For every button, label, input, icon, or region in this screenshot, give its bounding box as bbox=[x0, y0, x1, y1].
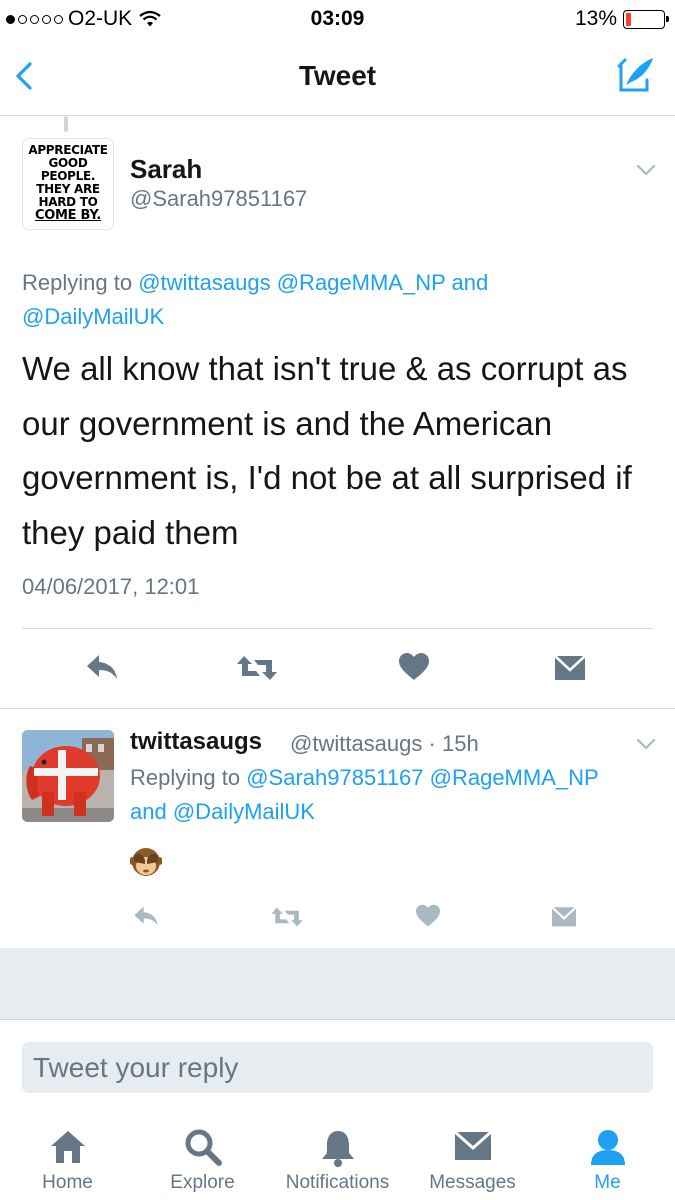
reply-icon[interactable] bbox=[84, 652, 120, 682]
tab-explore[interactable]: Explore bbox=[135, 1112, 270, 1200]
tweet-text: We all know that isn't true & as corrupt… bbox=[22, 350, 632, 551]
chevron-down-icon[interactable] bbox=[636, 738, 656, 750]
status-time: 03:09 bbox=[310, 7, 365, 30]
meta-separator: · bbox=[428, 731, 436, 756]
replying-prefix: Replying to bbox=[22, 270, 133, 295]
retweet-icon[interactable] bbox=[236, 654, 278, 682]
reply-input[interactable] bbox=[22, 1042, 653, 1093]
divider bbox=[0, 708, 675, 709]
tab-label: Home bbox=[42, 1172, 93, 1193]
battery-icon bbox=[623, 9, 669, 29]
replying-to: Replying to @twittasaugs @RageMMA_NP and… bbox=[22, 266, 642, 334]
tab-label: Notifications bbox=[285, 1172, 390, 1193]
replying-and: and bbox=[451, 270, 489, 295]
tab-label: Messages bbox=[429, 1172, 516, 1193]
status-bar: O2-UK 03:09 13% bbox=[0, 0, 675, 38]
battery-fill bbox=[626, 12, 631, 26]
replying-to: Replying to @Sarah97851167 @RageMMA_NP a… bbox=[130, 761, 650, 829]
tweet-age: 15h bbox=[441, 731, 479, 756]
direct-message-icon[interactable] bbox=[550, 904, 578, 928]
author-meta: @twittasaugs · 15h bbox=[290, 731, 479, 757]
author-name[interactable]: Sarah bbox=[130, 154, 202, 185]
thread-end-band bbox=[0, 948, 675, 1020]
home-icon bbox=[50, 1131, 85, 1163]
compose-tweet-icon[interactable] bbox=[615, 54, 657, 96]
elephant-statue-photo bbox=[22, 730, 114, 822]
heart-icon[interactable] bbox=[415, 904, 441, 928]
tab-me[interactable]: Me bbox=[540, 1112, 675, 1200]
tab-home[interactable]: Home bbox=[0, 1112, 135, 1200]
reply-tweet[interactable]: twittasaugs @twittasaugs · 15h Replying … bbox=[0, 710, 675, 948]
mention-link[interactable]: @RageMMA_NP bbox=[430, 765, 599, 790]
tab-label: Me bbox=[594, 1172, 621, 1193]
see-no-evil-monkey-icon bbox=[130, 848, 162, 876]
battery-percent: 13% bbox=[574, 7, 617, 30]
tweet-timestamp: 04/06/2017, 12:01 bbox=[22, 574, 200, 599]
search-icon bbox=[185, 1129, 222, 1166]
page-title: Tweet bbox=[298, 60, 377, 91]
tweet-actions bbox=[0, 636, 675, 706]
mention-link[interactable]: @Sarah97851167 bbox=[246, 765, 423, 790]
divider bbox=[22, 628, 653, 629]
mention-link[interactable]: @RageMMA_NP bbox=[277, 270, 446, 295]
replying-and: and bbox=[130, 799, 167, 824]
bell-icon bbox=[321, 1131, 354, 1167]
thread-connector bbox=[64, 116, 68, 132]
mention-link[interactable]: @DailyMailUK bbox=[22, 304, 164, 329]
tab-bar: Home Explore Notifications Messages Me bbox=[0, 1112, 675, 1200]
heart-icon[interactable] bbox=[398, 652, 430, 682]
tab-label: Explore bbox=[170, 1172, 235, 1193]
person-icon bbox=[590, 1130, 625, 1165]
tab-messages[interactable]: Messages bbox=[405, 1112, 540, 1200]
direct-message-icon[interactable] bbox=[553, 652, 587, 682]
tab-notifications[interactable]: Notifications bbox=[270, 1112, 405, 1200]
chevron-down-icon[interactable] bbox=[636, 164, 656, 176]
author-handle[interactable]: @twittasaugs bbox=[290, 731, 422, 756]
author-name[interactable]: twittasaugs bbox=[130, 728, 262, 756]
avatar-text-line: COME BY. bbox=[35, 208, 101, 223]
reply-box[interactable] bbox=[22, 1042, 653, 1093]
mention-link[interactable]: @DailyMailUK bbox=[173, 799, 315, 824]
status-right: 13% bbox=[574, 7, 669, 31]
nav-bar: Tweet bbox=[0, 38, 675, 116]
replying-prefix: Replying to bbox=[130, 765, 241, 790]
retweet-icon[interactable] bbox=[270, 906, 304, 928]
mention-link[interactable]: @twittasaugs bbox=[138, 270, 270, 295]
envelope-icon bbox=[453, 1130, 492, 1160]
reply-icon[interactable] bbox=[132, 904, 160, 928]
avatar[interactable] bbox=[22, 730, 114, 822]
author-handle[interactable]: @Sarah97851167 bbox=[130, 186, 307, 212]
avatar[interactable]: APPRECIATE GOOD PEOPLE. THEY ARE HARD TO… bbox=[22, 138, 114, 230]
